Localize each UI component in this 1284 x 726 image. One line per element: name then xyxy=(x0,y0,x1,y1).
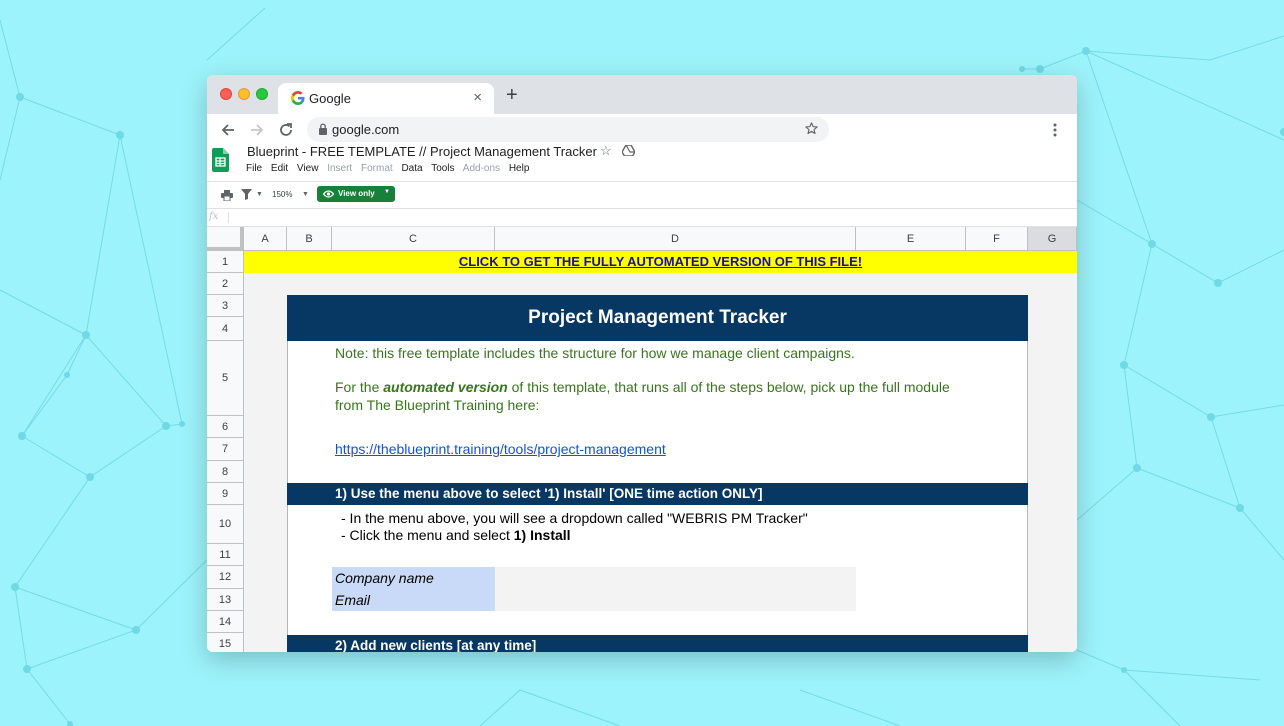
lock-icon xyxy=(319,123,327,135)
chevron-down-icon: ▼ xyxy=(384,189,390,195)
zoom-dropdown-icon[interactable]: ▼ xyxy=(302,191,309,198)
eye-icon xyxy=(323,190,334,198)
select-all-corner[interactable] xyxy=(207,227,244,251)
menu-bar: File Edit View Insert Format Data Tools … xyxy=(246,163,535,174)
menu-insert[interactable]: Insert xyxy=(327,163,352,174)
row-header[interactable]: 12 xyxy=(207,566,244,589)
install-instruction-1: - In the menu above, you will see a drop… xyxy=(341,510,808,526)
row-header[interactable]: 14 xyxy=(207,611,244,633)
section-install-title: 1) Use the menu above to select '1) Inst… xyxy=(335,486,763,501)
browser-window: Google × + google.com Blueprint - FREE T… xyxy=(207,75,1077,652)
automated-note-line2: from The Blueprint Training here: xyxy=(335,397,540,413)
row-header[interactable]: 7 xyxy=(207,438,244,461)
column-header-f[interactable]: F xyxy=(966,227,1028,251)
company-name-label: Company name xyxy=(332,567,495,589)
menu-format[interactable]: Format xyxy=(361,163,393,174)
row-header[interactable]: 3 xyxy=(207,295,244,317)
page-title: Project Management Tracker xyxy=(287,295,1028,341)
section-add-clients-title: 2) Add new clients [at any time] xyxy=(335,638,537,652)
filter-icon[interactable] xyxy=(241,189,252,200)
maximize-window-button[interactable] xyxy=(256,88,268,100)
column-header-d[interactable]: D xyxy=(495,227,856,251)
print-icon[interactable] xyxy=(221,190,233,201)
forward-arrow-icon[interactable] xyxy=(247,120,267,140)
menu-tools[interactable]: Tools xyxy=(431,163,454,174)
automated-note-pre: For the xyxy=(335,379,384,395)
menu-file[interactable]: File xyxy=(246,163,262,174)
install-menu-item: 1) Install xyxy=(513,527,571,543)
section-add-clients-header: 2) Add new clients [at any time] xyxy=(287,635,1028,652)
tool-link[interactable]: https://theblueprint.training/tools/proj… xyxy=(335,441,666,457)
minimize-window-button[interactable] xyxy=(238,88,250,100)
row-header[interactable]: 5 xyxy=(207,341,244,416)
automated-note: For the automated version of this templa… xyxy=(335,379,950,395)
template-note: Note: this free template includes the st… xyxy=(335,345,855,361)
browser-toolbar: google.com xyxy=(207,114,1077,146)
spreadsheet-grid[interactable]: A B C D E F G 1 2 3 4 5 6 7 8 9 10 11 12… xyxy=(207,227,1077,652)
grey-left-margin xyxy=(244,295,287,652)
fx-icon: fx xyxy=(209,211,219,222)
menu-help[interactable]: Help xyxy=(509,163,530,174)
menu-data[interactable]: Data xyxy=(401,163,422,174)
formula-bar[interactable]: fx xyxy=(207,209,1077,227)
row-header[interactable]: 9 xyxy=(207,483,244,505)
close-tab-icon[interactable]: × xyxy=(473,89,482,106)
document-title[interactable]: Blueprint - FREE TEMPLATE // Project Man… xyxy=(247,144,597,159)
column-header-b[interactable]: B xyxy=(287,227,332,251)
upgrade-link[interactable]: CLICK TO GET THE FULLY AUTOMATED VERSION… xyxy=(459,254,862,269)
url-text: google.com xyxy=(332,122,400,137)
row-header[interactable]: 15 xyxy=(207,633,244,652)
sheet-toolbar: ▼ 150% ▼ View only ▼ xyxy=(207,182,1077,209)
column-header-g[interactable]: G xyxy=(1028,227,1077,251)
browser-tab[interactable]: Google × xyxy=(278,83,494,114)
reload-icon[interactable] xyxy=(276,120,296,140)
upgrade-banner: CLICK TO GET THE FULLY AUTOMATED VERSION… xyxy=(244,251,1077,273)
new-tab-button[interactable]: + xyxy=(506,85,518,105)
close-window-button[interactable] xyxy=(220,88,232,100)
kebab-menu-icon[interactable] xyxy=(1053,123,1057,137)
section-install-header: 1) Use the menu above to select '1) Inst… xyxy=(287,483,1028,505)
column-header-c[interactable]: C xyxy=(332,227,495,251)
column-header-a[interactable]: A xyxy=(244,227,287,251)
column-header-e[interactable]: E xyxy=(856,227,966,251)
view-only-label: View only xyxy=(338,189,375,198)
view-only-button[interactable]: View only ▼ xyxy=(317,186,395,202)
automated-version-emphasis: automated version xyxy=(383,379,508,395)
sheets-header: Blueprint - FREE TEMPLATE // Project Man… xyxy=(207,143,1077,182)
zoom-select[interactable]: 150% xyxy=(272,190,292,199)
automated-note-post: of this template, that runs all of the s… xyxy=(507,379,950,395)
row-header[interactable]: 11 xyxy=(207,544,244,566)
install-instruction-2-text: - Click the menu and select xyxy=(341,527,514,543)
bookmark-star-icon[interactable] xyxy=(804,121,819,136)
google-g-icon xyxy=(291,91,305,105)
row-header[interactable]: 8 xyxy=(207,461,244,483)
menu-edit[interactable]: Edit xyxy=(271,163,288,174)
install-instruction-2: - Click the menu and select 1) Install xyxy=(341,527,571,543)
email-label: Email xyxy=(332,589,495,611)
drive-status-icon[interactable] xyxy=(622,145,635,156)
star-document-icon[interactable]: ☆ xyxy=(600,143,612,159)
row-header[interactable]: 13 xyxy=(207,589,244,611)
row-header[interactable]: 2 xyxy=(207,273,244,295)
row-header[interactable]: 6 xyxy=(207,416,244,438)
email-cell[interactable] xyxy=(495,589,856,611)
row-header[interactable]: 1 xyxy=(207,251,244,273)
back-arrow-icon[interactable] xyxy=(218,120,238,140)
tab-strip: Google × + xyxy=(207,75,1077,114)
menu-add-ons[interactable]: Add-ons xyxy=(463,163,500,174)
address-bar[interactable]: google.com xyxy=(307,117,829,142)
company-name-cell[interactable] xyxy=(495,567,856,589)
tab-title: Google xyxy=(309,91,351,106)
row-header[interactable]: 4 xyxy=(207,317,244,341)
formula-divider xyxy=(228,212,229,223)
grey-right-margin xyxy=(1028,295,1077,652)
grey-spacer-row xyxy=(244,273,1077,295)
menu-view[interactable]: View xyxy=(297,163,319,174)
filter-dropdown-icon[interactable]: ▼ xyxy=(256,191,263,198)
row-header[interactable]: 10 xyxy=(207,505,244,544)
google-sheets-icon xyxy=(212,148,229,172)
